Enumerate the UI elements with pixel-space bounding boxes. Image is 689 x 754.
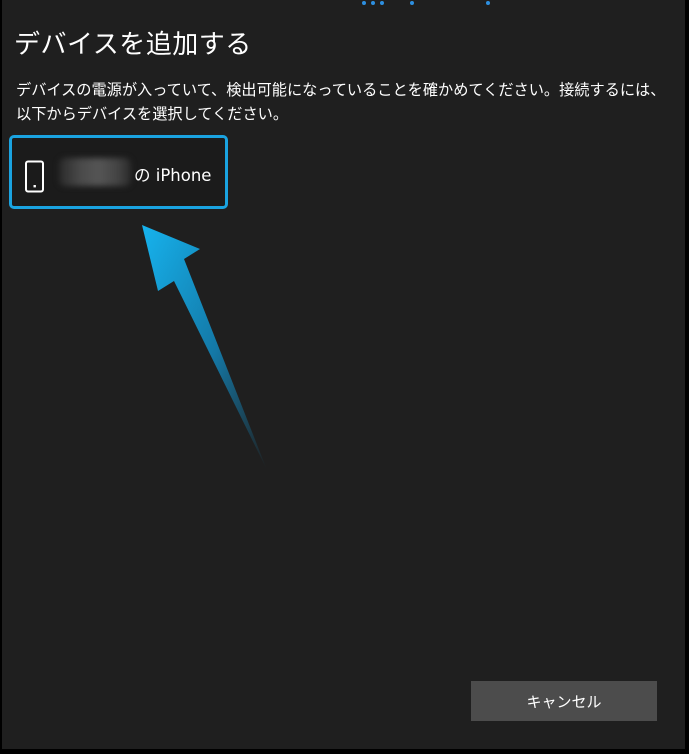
device-item-iphone[interactable]: の iPhone <box>9 135 228 209</box>
add-device-dialog: デバイスを追加する デバイスの電源が入っていて、検出可能になっていることを確かめ… <box>2 0 687 751</box>
device-name: の iPhone <box>134 166 212 185</box>
phone-icon <box>25 160 44 193</box>
cancel-button[interactable]: キャンセル <box>471 681 657 721</box>
progress-indicator <box>362 0 502 8</box>
dialog-description: デバイスの電源が入っていて、検出可能になっていることを確かめてください。接続する… <box>16 81 666 123</box>
dialog-title: デバイスを追加する <box>14 30 252 60</box>
pointer-arrow-icon <box>142 225 267 470</box>
redacted-owner-name <box>59 158 131 186</box>
